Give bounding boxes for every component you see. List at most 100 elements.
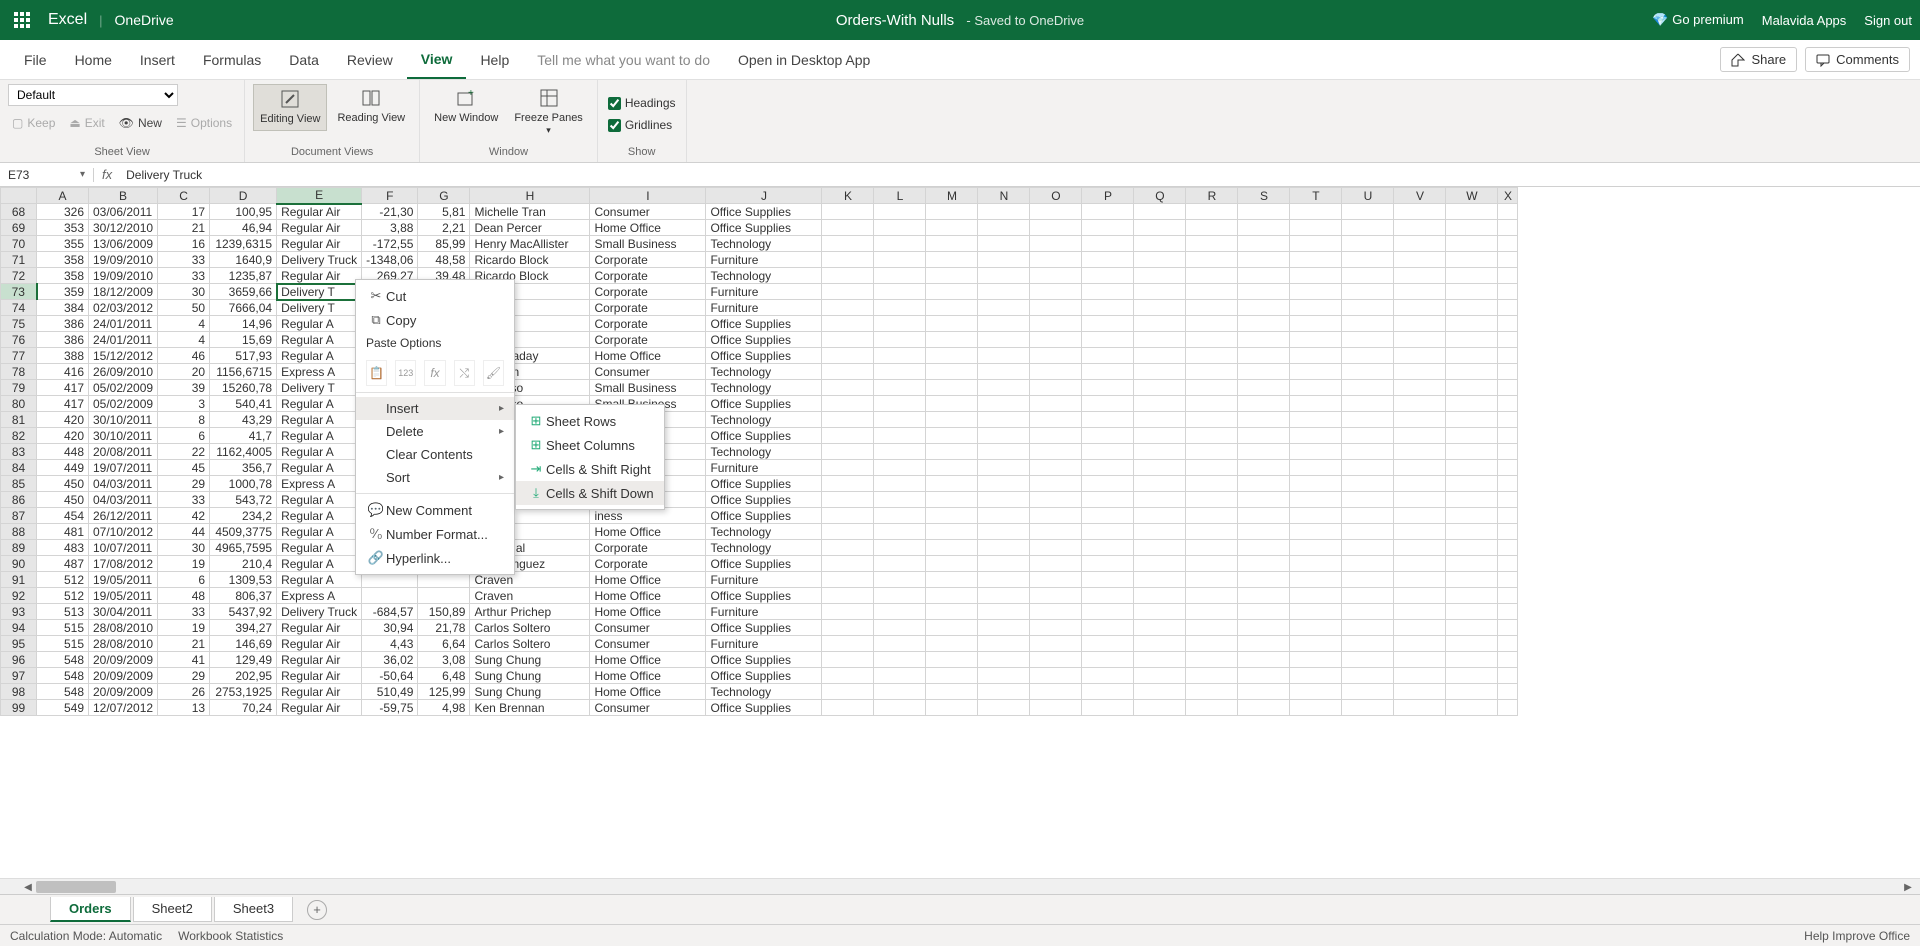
cell[interactable]: [1342, 700, 1394, 716]
cell[interactable]: [1498, 412, 1518, 428]
cell[interactable]: [1030, 332, 1082, 348]
cell[interactable]: [1342, 444, 1394, 460]
cell[interactable]: 14,96: [210, 316, 277, 332]
row-header[interactable]: 72: [1, 268, 37, 284]
cell[interactable]: [1238, 684, 1290, 700]
cell[interactable]: [874, 364, 926, 380]
sheet-view-select[interactable]: Default: [8, 84, 178, 106]
cell[interactable]: [926, 476, 978, 492]
cell[interactable]: 30/10/2011: [89, 412, 158, 428]
add-sheet-button[interactable]: +: [307, 900, 327, 920]
cell[interactable]: [978, 252, 1030, 268]
cell[interactable]: [1342, 348, 1394, 364]
cell[interactable]: 6,48: [418, 668, 470, 684]
menu-cut[interactable]: ✂Cut: [356, 284, 514, 308]
cell[interactable]: [1238, 460, 1290, 476]
cell[interactable]: [1342, 204, 1394, 220]
cell[interactable]: [1082, 572, 1134, 588]
cell[interactable]: [1186, 300, 1238, 316]
cell[interactable]: [1030, 428, 1082, 444]
cell[interactable]: [1186, 700, 1238, 716]
cell[interactable]: [978, 428, 1030, 444]
cell[interactable]: [874, 604, 926, 620]
cell[interactable]: [978, 460, 1030, 476]
cell[interactable]: [822, 700, 874, 716]
cell[interactable]: 6,64: [418, 636, 470, 652]
cell[interactable]: [1498, 348, 1518, 364]
cell[interactable]: 515: [37, 636, 89, 652]
cell[interactable]: [1082, 700, 1134, 716]
cell[interactable]: [926, 332, 978, 348]
cell[interactable]: [1134, 588, 1186, 604]
cell[interactable]: [1030, 636, 1082, 652]
cell[interactable]: Consumer: [590, 204, 706, 220]
cell[interactable]: [1238, 300, 1290, 316]
cell[interactable]: [822, 668, 874, 684]
gridlines-checkbox[interactable]: Gridlines: [606, 116, 674, 134]
cell[interactable]: [874, 492, 926, 508]
cell[interactable]: [1186, 364, 1238, 380]
cell[interactable]: [1082, 364, 1134, 380]
help-improve-label[interactable]: Help Improve Office: [1804, 929, 1910, 943]
cell[interactable]: [978, 396, 1030, 412]
cell[interactable]: [926, 364, 978, 380]
cell[interactable]: [1030, 300, 1082, 316]
cell[interactable]: [1030, 572, 1082, 588]
cell[interactable]: [1290, 492, 1342, 508]
cell[interactable]: [1342, 332, 1394, 348]
row-header[interactable]: 68: [1, 204, 37, 220]
menu-hyperlink[interactable]: 🔗Hyperlink...: [356, 546, 514, 570]
cell[interactable]: [1186, 396, 1238, 412]
cell[interactable]: Delivery T: [277, 284, 362, 300]
cell[interactable]: [874, 284, 926, 300]
cell[interactable]: Furniture: [706, 284, 822, 300]
cell[interactable]: [978, 556, 1030, 572]
cell[interactable]: [1290, 284, 1342, 300]
cell[interactable]: 03/06/2011: [89, 204, 158, 220]
cell[interactable]: [1394, 316, 1446, 332]
cell[interactable]: [874, 700, 926, 716]
freeze-panes-button[interactable]: Freeze Panes ▾: [508, 84, 588, 140]
cell[interactable]: Office Supplies: [706, 556, 822, 572]
cell[interactable]: Regular Air: [277, 684, 362, 700]
col-header-F[interactable]: F: [362, 188, 418, 204]
cell[interactable]: 450: [37, 492, 89, 508]
cell[interactable]: [1030, 524, 1082, 540]
cell[interactable]: [1186, 460, 1238, 476]
cell[interactable]: [822, 284, 874, 300]
cell[interactable]: 1235,87: [210, 268, 277, 284]
cell[interactable]: [822, 508, 874, 524]
cell[interactable]: [926, 700, 978, 716]
cell[interactable]: [1082, 316, 1134, 332]
cell[interactable]: Furniture: [706, 572, 822, 588]
cell[interactable]: [926, 316, 978, 332]
cell[interactable]: [1030, 220, 1082, 236]
cell[interactable]: [1134, 380, 1186, 396]
cell[interactable]: [1290, 556, 1342, 572]
cell[interactable]: 21,78: [418, 620, 470, 636]
cell[interactable]: Delivery Truck: [277, 604, 362, 620]
cell[interactable]: 549: [37, 700, 89, 716]
col-header-T[interactable]: T: [1290, 188, 1342, 204]
cell[interactable]: [1238, 204, 1290, 220]
cell[interactable]: [978, 588, 1030, 604]
cell[interactable]: [1290, 476, 1342, 492]
cell[interactable]: [874, 380, 926, 396]
cell[interactable]: [1134, 524, 1186, 540]
cell[interactable]: [1342, 220, 1394, 236]
cell[interactable]: [926, 252, 978, 268]
cell[interactable]: [1082, 444, 1134, 460]
cell[interactable]: Corporate: [590, 252, 706, 268]
cell[interactable]: [1082, 684, 1134, 700]
cell[interactable]: [978, 204, 1030, 220]
select-all-corner[interactable]: [1, 188, 37, 204]
cell[interactable]: [874, 220, 926, 236]
col-header-C[interactable]: C: [158, 188, 210, 204]
cell[interactable]: [1342, 540, 1394, 556]
cell[interactable]: [822, 556, 874, 572]
cell[interactable]: [822, 348, 874, 364]
col-header-M[interactable]: M: [926, 188, 978, 204]
cell[interactable]: [1446, 620, 1498, 636]
cell[interactable]: [1238, 348, 1290, 364]
sheet-tab-orders[interactable]: Orders: [50, 897, 131, 922]
